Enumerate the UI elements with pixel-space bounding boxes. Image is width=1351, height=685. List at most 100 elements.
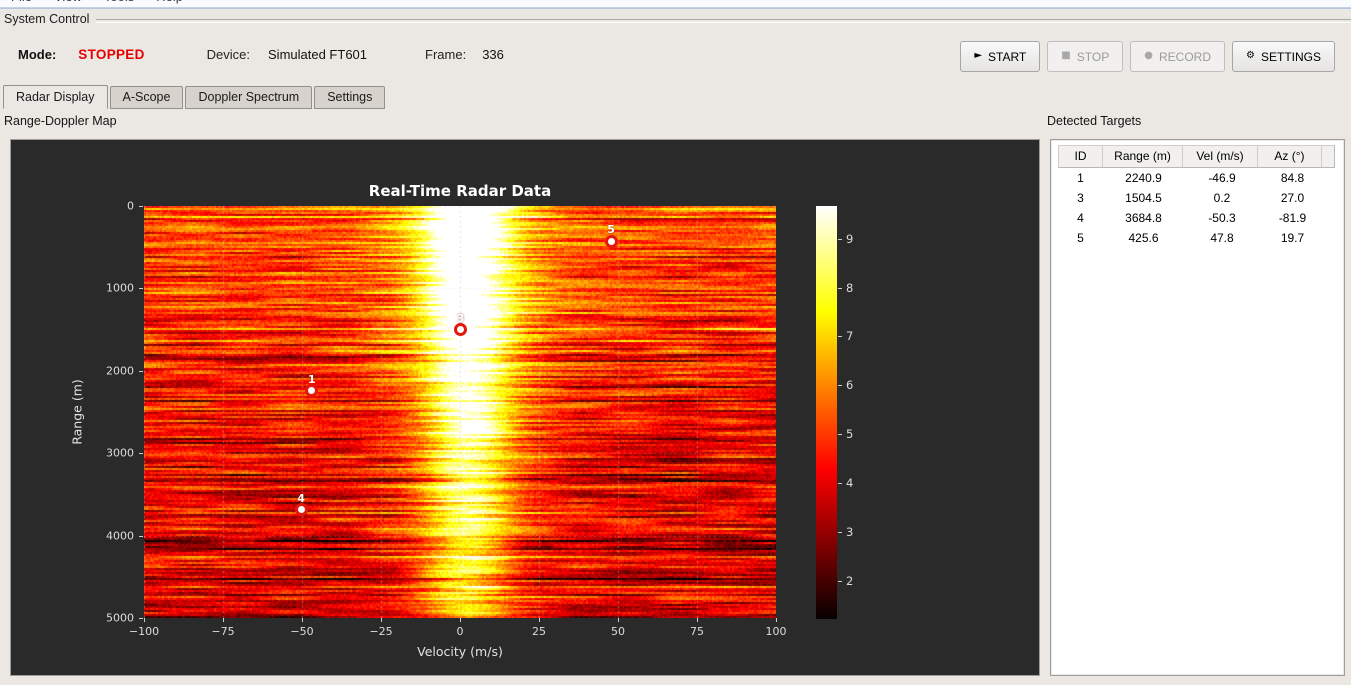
menu-divider: [0, 7, 1351, 9]
device-label: Device:: [206, 47, 251, 62]
colorbar-tick-mark: [838, 434, 842, 436]
y-axis-label: Range (m): [69, 379, 85, 445]
menu-items: FileViewToolsHelp: [0, 0, 194, 7]
gear-icon: ⚙: [1246, 50, 1255, 61]
toolbar-buttons: ► START ■ STOP ● RECORD ⚙ SETTINGS: [960, 41, 1335, 72]
target-marker-label-5: 5: [607, 223, 615, 237]
y-tick-label: 3000: [106, 446, 134, 460]
settings-button[interactable]: ⚙ SETTINGS: [1232, 41, 1335, 72]
frame-label: Frame:: [425, 47, 467, 62]
table-cell: 3684.8: [1125, 211, 1162, 225]
target-marker-label-1: 1: [307, 372, 316, 386]
table-cell: 5: [1077, 231, 1084, 245]
x-axis-label: Velocity (m/s): [417, 644, 503, 659]
x-tick-mark: [539, 618, 540, 622]
colorbar-tick-label: 5: [846, 427, 854, 442]
settings-button-label: SETTINGS: [1260, 49, 1321, 64]
record-button-label: RECORD: [1159, 49, 1212, 64]
menu-item-file[interactable]: File: [0, 0, 43, 7]
colorbar-tick-mark: [838, 385, 842, 387]
menu-item-help[interactable]: Help: [145, 0, 194, 7]
detected-targets-label: Detected Targets: [1047, 114, 1142, 128]
frame-value: 336: [482, 47, 504, 62]
targets-table: ID Range (m) Vel (m/s) Az (°) 1 2240.9 -46.9 8…: [1058, 145, 1339, 248]
x-tick-mark: [144, 618, 145, 622]
col-header-range-m-[interactable]: Range (m): [1102, 145, 1183, 168]
x-tick-mark: [302, 618, 303, 622]
stop-button-label: STOP: [1076, 49, 1110, 64]
colorbar-tick-label: 8: [846, 280, 854, 295]
x-tick-mark: [460, 618, 461, 622]
y-tick-label: 1000: [106, 281, 134, 295]
y-tick-label: 0: [127, 199, 134, 213]
tab-bar: Radar Display A-Scope Doppler Spectrum Sett…: [3, 85, 387, 109]
colorbar-tick-label: 7: [846, 329, 854, 344]
tab-doppler-spectrum[interactable]: Doppler Spectrum: [185, 86, 313, 109]
table-cell: 1: [1077, 171, 1084, 185]
y-tick-mark: [139, 206, 143, 207]
start-button[interactable]: ► START: [960, 41, 1041, 72]
target-marker-5[interactable]: [604, 234, 618, 248]
colorbar-tick-mark: [838, 336, 842, 338]
tab-settings[interactable]: Settings: [314, 86, 386, 109]
menu-bar: FileViewToolsHelp: [0, 0, 1351, 7]
table-row[interactable]: 1 2240.9 -46.9 84.8: [1058, 168, 1339, 188]
colorbar-tick-label: 4: [846, 476, 854, 491]
table-row[interactable]: 3 1504.5 0.2 27.0: [1058, 188, 1339, 208]
colorbar-tick-label: 9: [846, 231, 854, 246]
table-cell: -81.9: [1278, 211, 1307, 225]
system-control-group-line: [96, 19, 1351, 23]
y-tick-label: 5000: [106, 611, 134, 625]
x-tick-label: 50: [611, 625, 625, 638]
colorbar-tick-label: 6: [846, 378, 854, 393]
tab-a-scope[interactable]: A-Scope: [109, 86, 184, 109]
colorbar-tick-mark: [838, 287, 842, 289]
mode-value: STOPPED: [78, 47, 145, 62]
col-header-az-[interactable]: Az (°): [1257, 145, 1322, 168]
radar-app-window: FileViewToolsHelp System Control Mode: S…: [0, 0, 1351, 685]
play-icon: ►: [974, 50, 983, 61]
y-tick-mark: [139, 288, 143, 290]
mode-label: Mode:: [18, 47, 57, 62]
table-cell: -46.9: [1208, 171, 1236, 185]
y-tick-label: 2000: [106, 364, 134, 378]
y-tick-mark: [139, 618, 143, 619]
y-tick-label: 4000: [106, 529, 134, 543]
y-tick-mark: [139, 535, 143, 537]
stop-button[interactable]: ■ STOP: [1047, 41, 1124, 72]
table-cell: 84.8: [1280, 171, 1305, 185]
table-cell: -50.3: [1208, 211, 1236, 225]
record-icon: ●: [1144, 50, 1153, 61]
col-header-vel-m-s-[interactable]: Vel (m/s): [1182, 145, 1258, 168]
colorbar-tick-mark: [838, 483, 842, 485]
record-button[interactable]: ● RECORD: [1130, 41, 1226, 72]
system-control-group-label: System Control: [4, 12, 96, 26]
target-marker-4[interactable]: [294, 503, 308, 517]
x-tick-label: 25: [532, 625, 546, 638]
x-tick-label: 75: [690, 625, 704, 638]
target-marker-label-3: 3: [456, 311, 465, 325]
table-row[interactable]: 4 3684.8 -50.3 -81.9: [1058, 208, 1339, 228]
table-cell: 425.6: [1128, 231, 1159, 245]
start-button-label: START: [988, 49, 1027, 64]
colorbar-tick-mark: [838, 532, 842, 533]
x-tick-mark: [697, 618, 698, 622]
range-doppler-map-label: Range-Doppler Map: [4, 114, 117, 128]
control-row: Mode: STOPPED Device: Simulated FT601 Fr…: [0, 38, 1351, 74]
table-row[interactable]: 5 425.6 47.8 19.7: [1058, 228, 1339, 248]
col-header-id[interactable]: ID: [1058, 145, 1103, 168]
col-header-filler[interactable]: [1321, 145, 1335, 168]
x-tick-mark: [618, 618, 619, 622]
x-tick-label: −25: [369, 625, 393, 638]
targets-table-body: 1 2240.9 -46.9 84.8 3 1504.5 0.2 27.0 4 3684.8 -50…: [1058, 168, 1339, 248]
range-doppler-canvas[interactable]: [144, 206, 776, 618]
y-tick-mark: [139, 453, 143, 455]
y-tick-mark: [139, 370, 143, 372]
colorbar-tick-label: 2: [846, 573, 854, 588]
table-cell: 2240.9: [1125, 171, 1162, 185]
menu-item-tools[interactable]: Tools: [93, 0, 145, 7]
menu-item-view[interactable]: View: [43, 0, 93, 7]
table-cell: 47.8: [1210, 231, 1234, 245]
x-tick-mark: [776, 618, 777, 622]
tab-radar-display[interactable]: Radar Display: [3, 85, 108, 109]
